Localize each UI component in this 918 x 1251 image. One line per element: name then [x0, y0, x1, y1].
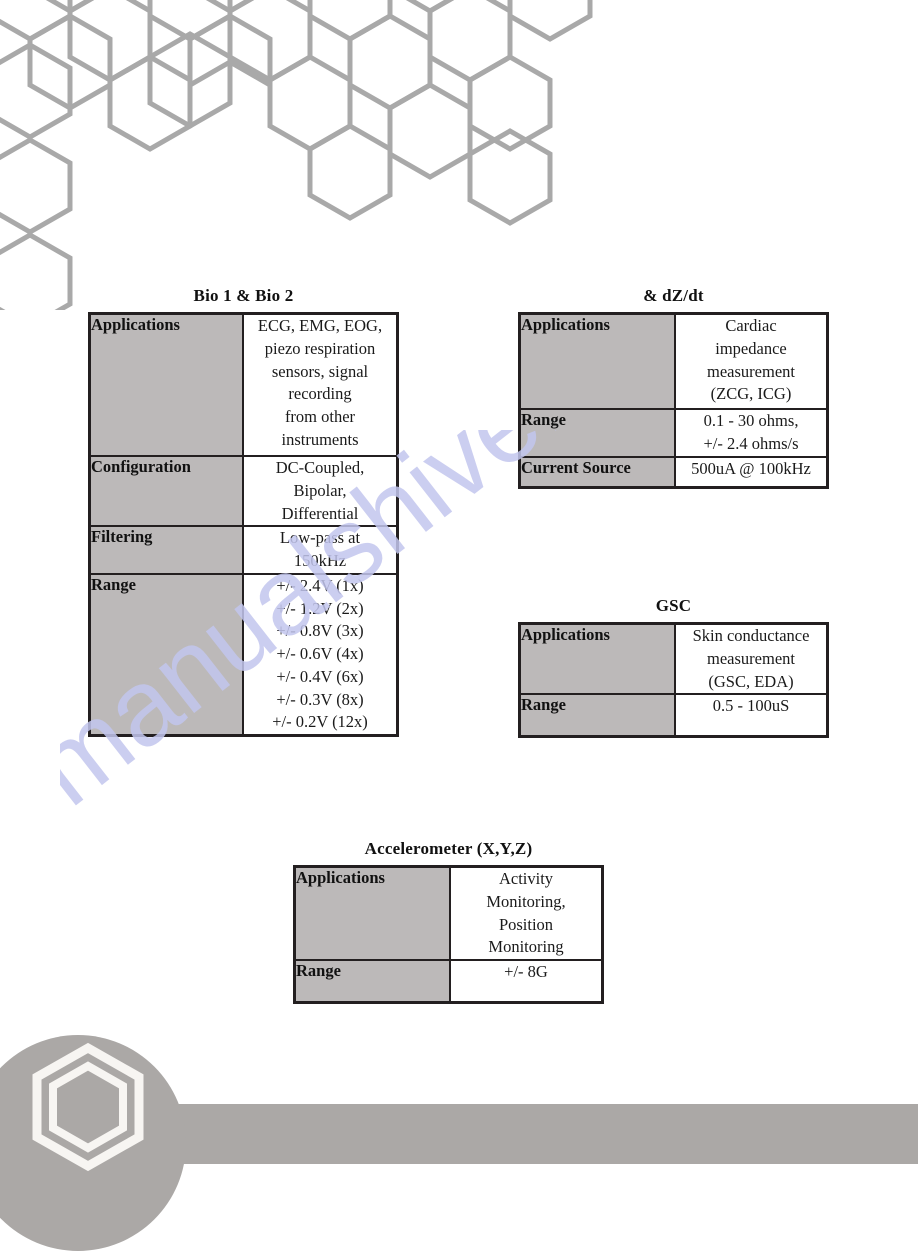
spec-title-bio: Bio 1 & Bio 2	[193, 286, 294, 305]
value-line: Position	[498, 914, 554, 934]
value-line: 500uA @ 100kHz	[691, 458, 811, 478]
value-line: piezo respiration	[264, 338, 376, 358]
row-label: Applications	[293, 865, 451, 962]
table-row: Applications ECG, EMG, EOG, piezo respira…	[88, 312, 399, 457]
row-value: 500uA @ 100kHz	[674, 455, 829, 489]
row-label: Applications	[518, 312, 676, 410]
value-line: +/- 2.4 ohms/s	[703, 433, 799, 453]
spec-block-accelerometer: Accelerometer (X,Y,Z) Applications Activ…	[293, 839, 604, 1005]
spec-title-dzdt: & dZ/dt	[643, 286, 704, 305]
row-label: Applications	[88, 312, 244, 457]
value-line: impedance	[715, 338, 787, 358]
value-line: ECG, EMG, EOG,	[257, 316, 383, 335]
value-line: sensors, signal	[271, 361, 369, 381]
value-line: +/- 0.8V (3x)	[276, 621, 364, 641]
value-line: Differential	[281, 503, 359, 523]
table-row: Range +/- 2.4V (1x) +/- 1.2V (2x) +/- 0.8V…	[88, 572, 399, 737]
value-line: DC-Coupled,	[275, 458, 365, 477]
value-line: +/- 0.6V (4x)	[276, 644, 364, 664]
row-value: Activity Monitoring, Position Monitoring	[449, 865, 604, 962]
value-line: +/- 2.4V (1x)	[276, 575, 364, 595]
row-value: DC-Coupled, Bipolar, Differential	[242, 454, 399, 528]
value-line: +/- 0.3V (8x)	[276, 689, 364, 709]
table-row: Current Source 500uA @ 100kHz	[518, 455, 829, 489]
spec-table-dzdt: Applications Cardiac impedance measurement…	[518, 312, 829, 489]
spec-block-bio: Bio 1 & Bio 2 Applications ECG, EMG, EOG…	[88, 286, 399, 738]
value-line: 0.1 - 30 ohms,	[703, 411, 799, 430]
value-line: (ZCG, ICG)	[710, 384, 792, 404]
table-row: Range 0.1 - 30 ohms, +/- 2.4 ohms/s	[518, 408, 829, 458]
value-line: +/- 8G	[504, 962, 548, 982]
spec-table-gsc: Applications Skin conductance measurement…	[518, 622, 829, 739]
value-line: Monitoring	[488, 937, 564, 957]
value-line: Cardiac	[725, 316, 777, 335]
value-line: Bipolar,	[293, 480, 347, 500]
row-value: Skin conductance measurement (GSC, EDA)	[674, 622, 829, 696]
value-line: (GSC, EDA)	[708, 671, 794, 691]
row-value: 0.1 - 30 ohms, +/- 2.4 ohms/s	[674, 408, 829, 458]
value-line: measurement	[707, 361, 795, 381]
spec-block-gsc: GSC Applications Skin conductance measure…	[518, 596, 829, 739]
value-line: +/- 0.2V (12x)	[272, 712, 368, 732]
value-line: Low-pass at	[279, 528, 361, 548]
value-line: measurement	[707, 648, 795, 668]
hexagon-logo-icon	[32, 1042, 144, 1172]
value-line: +/- 1.2V (2x)	[276, 598, 364, 618]
value-line: 0.5 - 100uS	[712, 696, 790, 716]
table-row: Range +/- 8G	[293, 959, 604, 1004]
row-label: Filtering	[88, 525, 244, 575]
row-label: Range	[518, 408, 676, 458]
row-label: Range	[293, 959, 451, 1004]
spec-block-dzdt: & dZ/dt Applications Cardiac impedance mea…	[518, 286, 829, 489]
table-row: Applications Skin conductance measurement…	[518, 622, 829, 696]
value-line: Monitoring,	[486, 891, 566, 911]
row-value: 0.5 - 100uS	[674, 693, 829, 738]
value-line: from other	[284, 407, 356, 427]
value-line: instruments	[281, 429, 359, 449]
row-label: Range	[88, 572, 244, 737]
spec-table-bio: Applications ECG, EMG, EOG, piezo respira…	[88, 312, 399, 738]
row-label: Range	[518, 693, 676, 738]
honeycomb-decoration	[0, 0, 593, 310]
value-line: Activity	[498, 869, 554, 888]
value-line: +/- 0.4V (6x)	[276, 666, 364, 686]
spec-title-accelerometer: Accelerometer (X,Y,Z)	[364, 839, 533, 858]
table-row: Applications Cardiac impedance measurement…	[518, 312, 829, 410]
value-line: 150kHz	[293, 551, 347, 571]
value-line: recording	[288, 384, 352, 404]
row-label: Applications	[518, 622, 676, 696]
row-label: Current Source	[518, 455, 676, 489]
table-row: Applications Activity Monitoring, Position…	[293, 865, 604, 962]
spec-title-gsc: GSC	[655, 596, 692, 615]
row-value: +/- 8G	[449, 959, 604, 1004]
row-value: ECG, EMG, EOG, piezo respiration sensors, …	[242, 312, 399, 457]
table-row: Filtering Low-pass at 150kHz	[88, 525, 399, 575]
row-value: Cardiac impedance measurement (ZCG, ICG)	[674, 312, 829, 410]
row-value: Low-pass at 150kHz	[242, 525, 399, 575]
row-label: Configuration	[88, 454, 244, 528]
table-row: Configuration DC-Coupled, Bipolar, Differe…	[88, 454, 399, 528]
value-line: Skin conductance	[692, 626, 810, 645]
spec-table-accelerometer: Applications Activity Monitoring, Position…	[293, 865, 604, 1005]
row-value: +/- 2.4V (1x) +/- 1.2V (2x) +/- 0.8V (3x) +…	[242, 572, 399, 737]
table-row: Range 0.5 - 100uS	[518, 693, 829, 738]
